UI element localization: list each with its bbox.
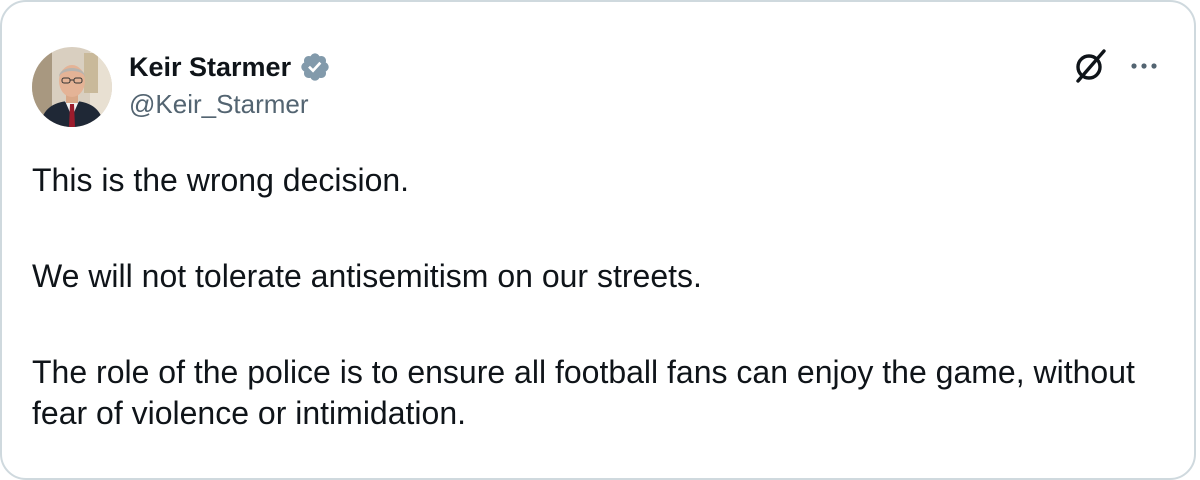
tweet-text: This is the wrong decision. We will not … — [32, 160, 1152, 434]
more-options-icon[interactable] — [1126, 48, 1162, 84]
tweet-paragraph: This is the wrong decision. — [32, 162, 410, 198]
tweet-paragraph: The role of the police is to ensure all … — [32, 354, 1135, 431]
verified-badge-icon[interactable] — [299, 51, 331, 83]
author-avatar[interactable] — [32, 47, 112, 127]
tweet-paragraph: We will not tolerate antisemitism on our… — [32, 258, 702, 294]
author-name[interactable]: Keir Starmer — [129, 52, 291, 83]
avatar-image — [32, 47, 112, 127]
tweet-card: Keir Starmer @Keir_Starmer This is the w… — [0, 0, 1196, 480]
grok-logo-icon[interactable] — [1070, 46, 1110, 86]
author-name-row: Keir Starmer — [129, 47, 331, 87]
author-handle[interactable]: @Keir_Starmer — [129, 89, 309, 120]
